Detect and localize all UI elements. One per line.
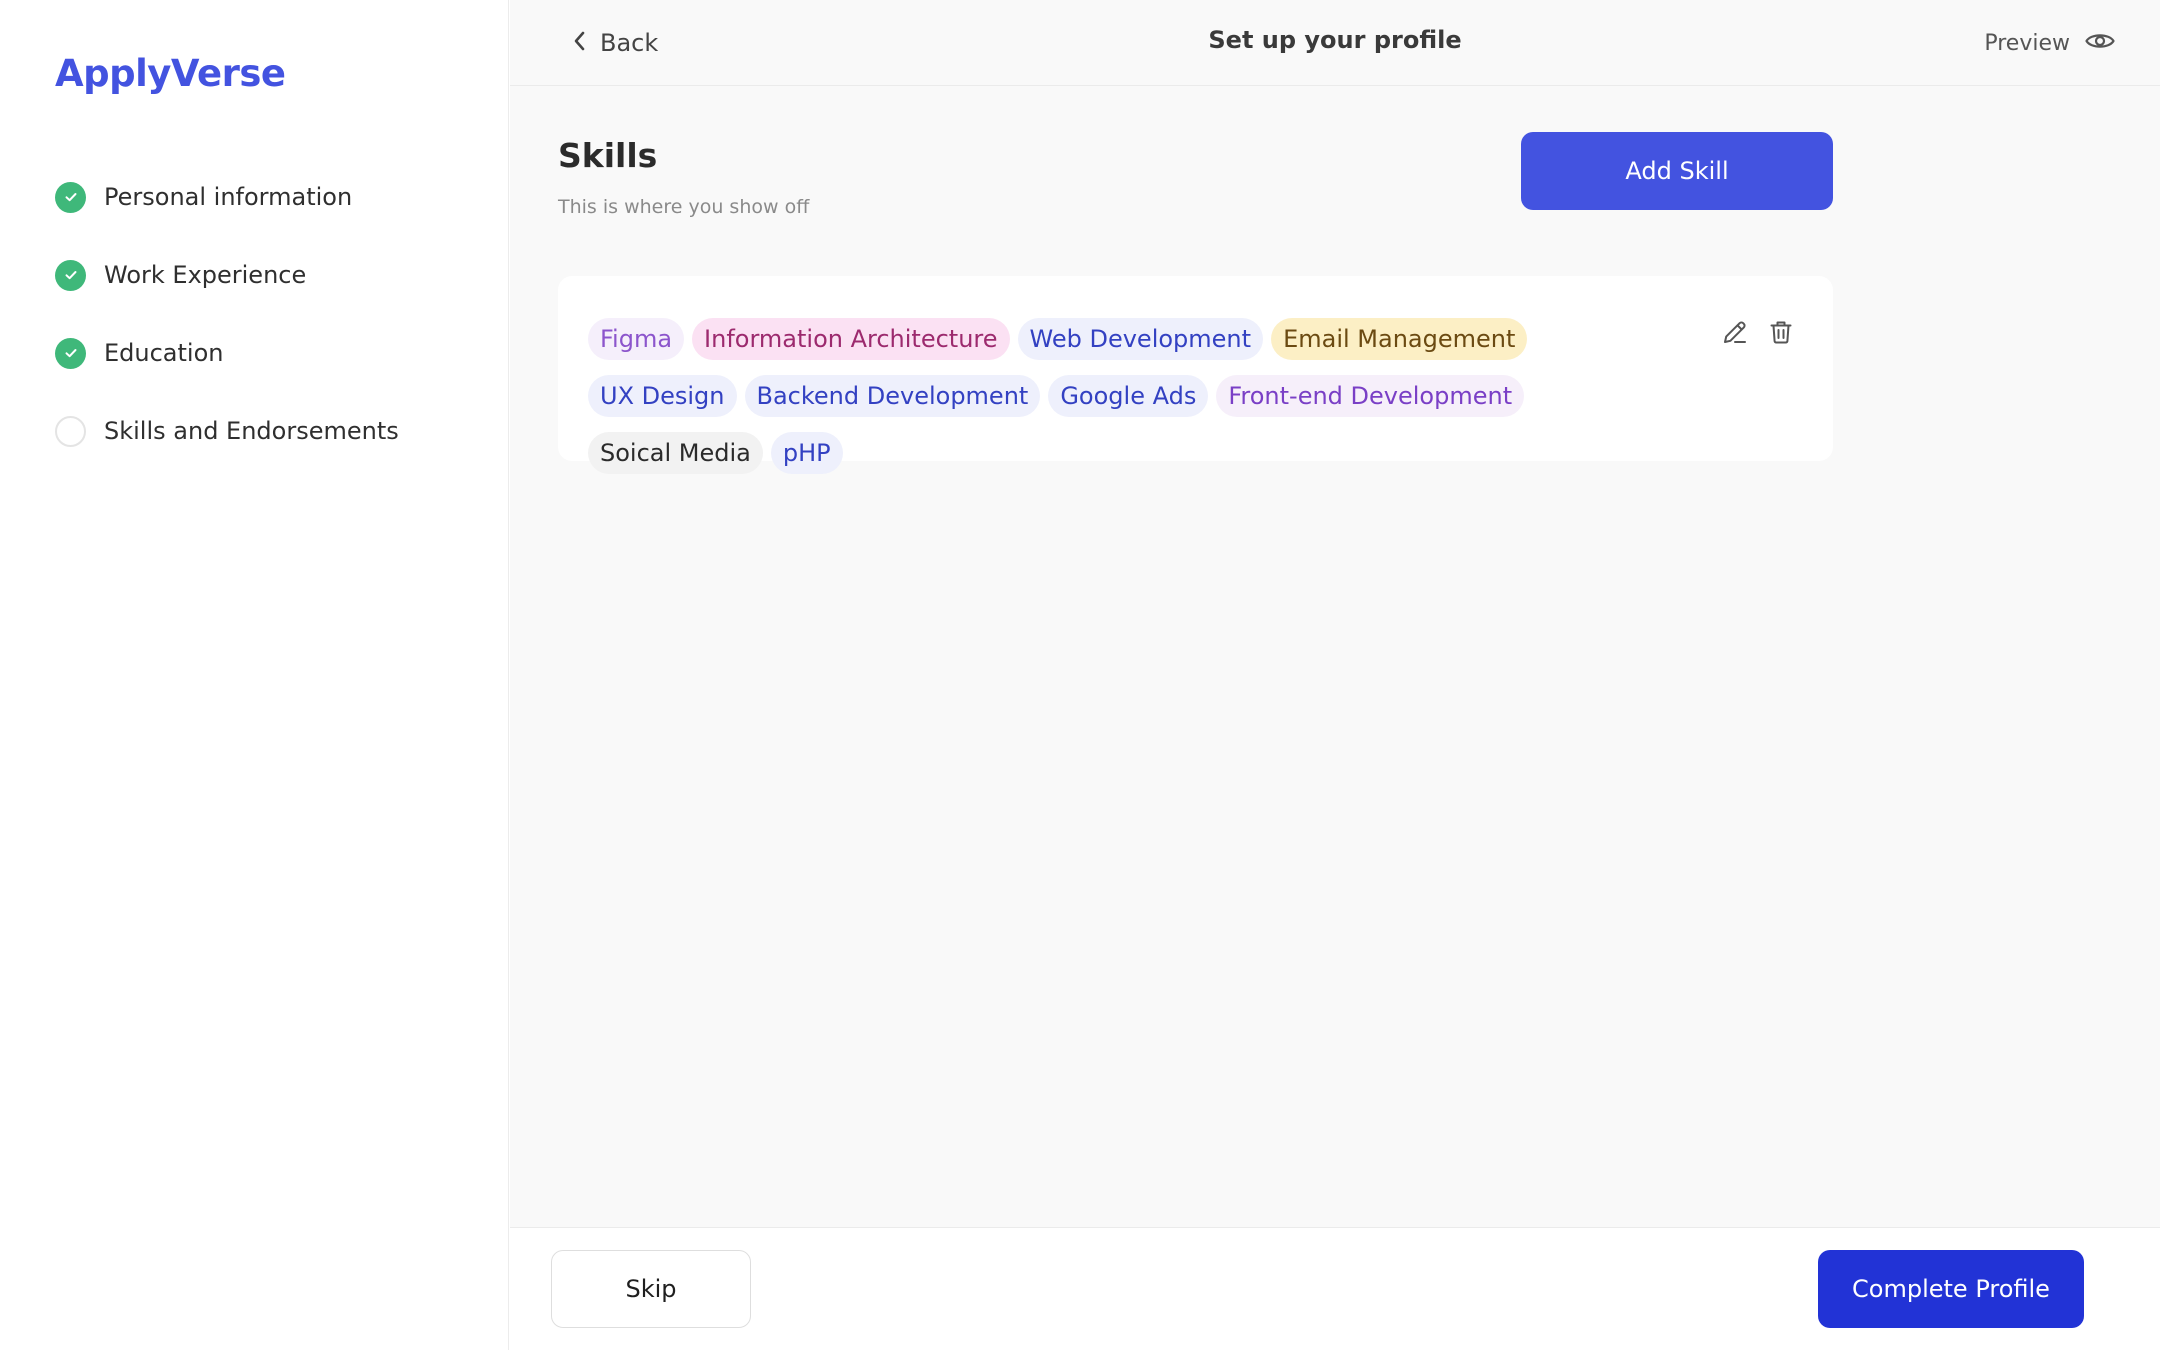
progress-steps: Personal information Work Experience Edu… [55, 158, 399, 470]
step-label: Personal information [104, 183, 353, 211]
skill-chip-list: Figma Information Architecture Web Devel… [588, 318, 1618, 474]
add-skill-button[interactable]: Add Skill [1521, 132, 1833, 210]
skill-chip[interactable]: Figma [588, 318, 685, 360]
step-label: Work Experience [104, 261, 307, 289]
skip-button[interactable]: Skip [551, 1250, 751, 1328]
eye-icon [2084, 29, 2116, 57]
skill-chip[interactable]: Email Management [1271, 318, 1528, 360]
step-education[interactable]: Education [55, 314, 399, 392]
page-title: Set up your profile [1208, 26, 1462, 54]
section-title: Skills [558, 136, 658, 175]
pencil-icon[interactable] [1719, 316, 1751, 348]
skill-card-actions [1719, 316, 1797, 348]
skill-chip[interactable]: pHP [770, 432, 843, 474]
app-root: ApplyVerse Personal information Work Exp… [0, 0, 2160, 1350]
preview-button[interactable]: Preview [1984, 24, 2116, 62]
check-circle-icon [55, 337, 86, 369]
section-subtitle: This is where you show off [558, 196, 810, 218]
skill-chip[interactable]: Google Ads [1048, 375, 1209, 417]
trash-icon[interactable] [1765, 316, 1797, 348]
brand-logo[interactable]: ApplyVerse [55, 52, 286, 95]
check-circle-icon [55, 259, 86, 291]
step-work-experience[interactable]: Work Experience [55, 236, 399, 314]
step-label: Education [104, 339, 224, 367]
skill-chip[interactable]: Soical Media [588, 432, 763, 474]
skill-chip[interactable]: Web Development [1017, 318, 1264, 360]
preview-label: Preview [1984, 30, 2070, 56]
main-content: Back Set up your profile Preview Skills … [510, 0, 2160, 1350]
skill-chip[interactable]: UX Design [588, 375, 737, 417]
step-skills-and-endorsements[interactable]: Skills and Endorsements [55, 392, 399, 470]
skills-card: Figma Information Architecture Web Devel… [558, 276, 1833, 474]
top-bar: Back Set up your profile Preview [510, 0, 2160, 86]
footer-bar: Skip Complete Profile [510, 1227, 2160, 1350]
sidebar: ApplyVerse Personal information Work Exp… [0, 0, 509, 1350]
skill-chip[interactable]: Front-end Development [1216, 375, 1525, 417]
empty-circle-icon [55, 415, 86, 447]
step-label: Skills and Endorsements [104, 417, 399, 445]
skill-chip[interactable]: Backend Development [744, 375, 1041, 417]
skill-chip[interactable]: Information Architecture [692, 318, 1010, 360]
complete-profile-button[interactable]: Complete Profile [1818, 1250, 2084, 1328]
check-circle-icon [55, 181, 86, 213]
step-personal-information[interactable]: Personal information [55, 158, 399, 236]
